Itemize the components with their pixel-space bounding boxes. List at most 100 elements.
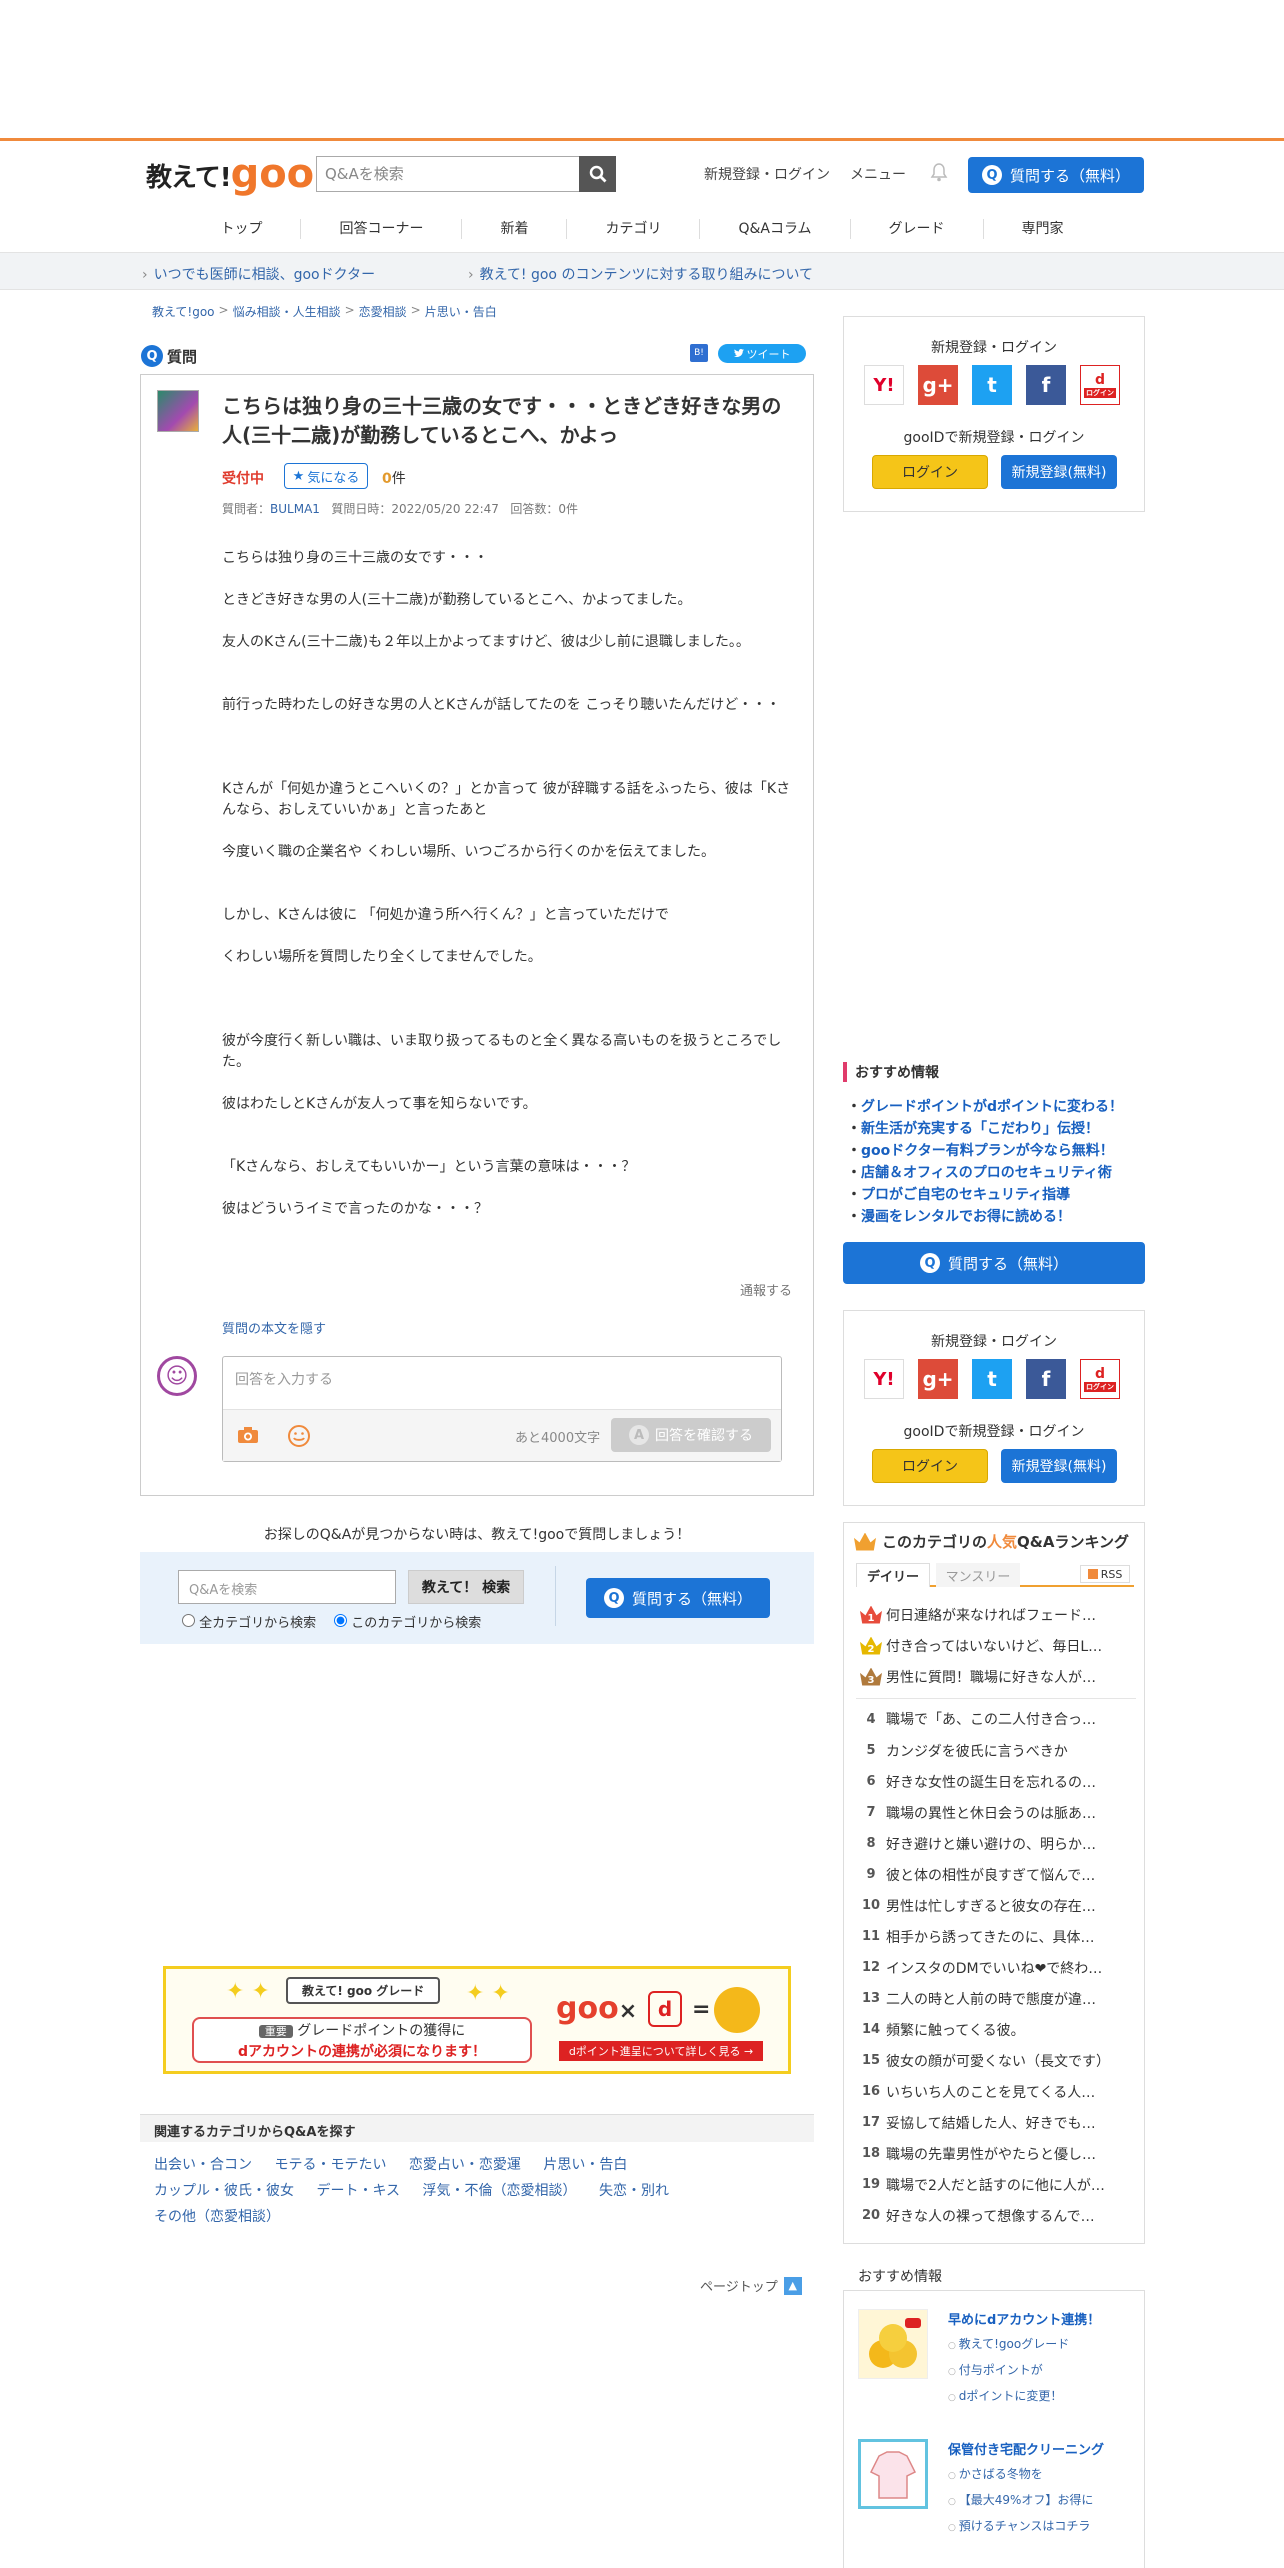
register-button[interactable]: 新規登録(無料) — [1001, 455, 1117, 489]
ask-question-button-side[interactable]: Q 質問する（無料） — [843, 1242, 1145, 1284]
docomo-login-icon[interactable]: d ログイン — [1080, 1359, 1120, 1399]
ranking-item[interactable]: 16 いちいち人のことを見てくる人… — [856, 2076, 1136, 2107]
ranking-title-link[interactable]: インスタのDMでいいね❤で終わ… — [886, 1958, 1102, 1978]
ranking-item[interactable]: 15 彼女の顔が可愛くない（長文です） — [856, 2045, 1136, 2076]
twitter-login-icon[interactable]: t — [972, 365, 1012, 405]
docomo-login-icon[interactable]: d ログイン — [1080, 365, 1120, 405]
ranking-item[interactable]: 13 二人の時と人前の時で態度が違… — [856, 1983, 1136, 2014]
ranking-title-link[interactable]: カンジダを彼氏に言うべきか — [886, 1741, 1068, 1761]
ranking-title-link[interactable]: 彼女の顔が可愛くない（長文です） — [886, 2051, 1110, 2071]
bottom-search-button[interactable]: 教えて！ 検索 — [408, 1570, 524, 1604]
rss-button[interactable]: RSS — [1080, 1565, 1130, 1583]
coins-image[interactable] — [858, 2309, 928, 2379]
login-link[interactable]: 新規登録・ログイン — [704, 164, 830, 184]
confirm-answer-button[interactable]: A 回答を確認する — [611, 1418, 771, 1452]
ranking-item[interactable]: 4 職場で「あ、この二人付き合っ… — [856, 1698, 1136, 1735]
radio-all-categories[interactable]: 全カテゴリから検索 — [182, 1612, 316, 1631]
ranking-title-link[interactable]: 男性に質問！職場に好きな人が… — [886, 1667, 1096, 1687]
ranking-title-link[interactable]: 何日連絡が来なければフェード… — [886, 1605, 1096, 1625]
bookmark-button[interactable]: B! — [690, 344, 708, 362]
emoji-icon[interactable] — [287, 1424, 311, 1452]
breadcrumb-item[interactable]: 教えて!goo — [152, 303, 215, 320]
follow-button[interactable]: ★ 気になる — [284, 463, 368, 489]
answer-input[interactable]: 回答を入力する — [235, 1369, 333, 1389]
ranking-item[interactable]: 19 職場で2人だと話すのに他に人が… — [856, 2169, 1136, 2200]
ranking-title-link[interactable]: 付き合ってはいないけど、毎日L… — [886, 1636, 1102, 1656]
ranking-title-link[interactable]: 好き避けと嫌い避けの、明らか… — [886, 1834, 1096, 1854]
ranking-item[interactable]: 2 付き合ってはいないけど、毎日L… — [856, 1630, 1136, 1661]
ranking-title-link[interactable]: 相手から誘ってきたのに、具体… — [886, 1927, 1094, 1947]
ask-question-button[interactable]: Q 質問する（無料） — [968, 157, 1144, 193]
login-button[interactable]: ログイン — [872, 1449, 988, 1483]
related-link[interactable]: 恋愛占い・恋愛運 — [409, 2157, 521, 2173]
rec2-item[interactable]: dポイントに変更！ — [948, 2387, 1063, 2404]
rec2-item[interactable]: 教えて!gooグレード — [948, 2335, 1070, 2352]
ranking-title-link[interactable]: 妥協して結婚した人、好きでも… — [886, 2113, 1096, 2133]
ranking-item[interactable]: 10 男性は忙しすぎると彼女の存在… — [856, 1890, 1136, 1921]
ranking-item[interactable]: 1 何日連絡が来なければフェード… — [856, 1599, 1136, 1630]
related-link[interactable]: デート・キス — [316, 2183, 400, 2199]
ranking-title-link[interactable]: 好きな人の裸って想像するんで… — [886, 2206, 1095, 2226]
rec2-headline[interactable]: 保管付き宅配クリーニング — [948, 2439, 1104, 2458]
facebook-login-icon[interactable]: f — [1026, 365, 1066, 405]
search-button[interactable] — [579, 156, 616, 192]
related-link[interactable]: モテる・モテたい — [274, 2157, 386, 2173]
ranking-item[interactable]: 17 妥協して結婚した人、好きでも… — [856, 2107, 1136, 2138]
page-top-link[interactable]: ページトップ ▲ — [700, 2276, 802, 2295]
ranking-item[interactable]: 7 職場の異性と休日会うのは脈あ… — [856, 1797, 1136, 1828]
nav-category[interactable]: カテゴリ — [566, 219, 699, 239]
google-login-icon[interactable]: g+ — [918, 365, 958, 405]
ranking-title-link[interactable]: 職場で「あ、この二人付き合っ… — [886, 1709, 1096, 1729]
recommend-link[interactable]: グレードポイントがdポイントに変わる！ — [847, 1096, 1147, 1118]
breadcrumb-item[interactable]: 恋愛相談 — [359, 303, 407, 320]
nav-new[interactable]: 新着 — [461, 219, 566, 239]
rec2-item[interactable]: かさばる冬物を — [948, 2465, 1043, 2482]
search-input[interactable]: Q&Aを検索 — [316, 156, 616, 192]
ranking-item[interactable]: 6 好きな女性の誕生日を忘れるの… — [856, 1766, 1136, 1797]
rec2-headline[interactable]: 早めにdアカウント連携！ — [948, 2309, 1100, 2328]
questioner-avatar[interactable] — [157, 390, 199, 432]
ranking-title-link[interactable]: 頻繁に触ってくる彼。 — [886, 2020, 1025, 2040]
ranking-item[interactable]: 8 好き避けと嫌い避けの、明らか… — [856, 1828, 1136, 1859]
tweet-button[interactable]: ツイート — [718, 344, 806, 363]
content-policy-link[interactable]: 教えて! goo のコンテンツに対する取り組みについて — [468, 264, 813, 284]
google-login-icon[interactable]: g+ — [918, 1359, 958, 1399]
ranking-item[interactable]: 5 カンジダを彼氏に言うべきか — [856, 1735, 1136, 1766]
ranking-title-link[interactable]: 好きな女性の誕生日を忘れるの… — [886, 1772, 1096, 1792]
banner-detail-link[interactable]: dポイント進呈について詳しく見る → — [559, 2041, 763, 2061]
related-link[interactable]: その他（恋愛相談） — [154, 2209, 280, 2225]
yahoo-login-icon[interactable]: Y! — [864, 1359, 904, 1399]
related-link[interactable]: 浮気・不倫（恋愛相談） — [423, 2183, 577, 2199]
related-link[interactable]: カップル・彼氏・彼女 — [154, 2183, 294, 2199]
ranking-title-link[interactable]: 彼と体の相性が良すぎて悩んで… — [886, 1865, 1095, 1885]
recommend-link[interactable]: 漫画をレンタルでお得に読める！ — [847, 1206, 1147, 1228]
rec2-item[interactable]: 付与ポイントが — [948, 2361, 1043, 2378]
radio-this-category[interactable]: このカテゴリから検索 — [334, 1612, 481, 1631]
recommend-link[interactable]: gooドクター有料プランが今なら無料！ — [847, 1140, 1147, 1162]
ranking-item[interactable]: 9 彼と体の相性が良すぎて悩んで… — [856, 1859, 1136, 1890]
ranking-title-link[interactable]: 二人の時と人前の時で態度が違… — [886, 1989, 1096, 2009]
nav-expert[interactable]: 専門家 — [982, 219, 1102, 239]
ranking-title-link[interactable]: 職場の先輩男性がやたらと優し… — [886, 2144, 1096, 2164]
rec2-item[interactable]: 預けるチャンスはコチラ — [948, 2517, 1091, 2534]
ranking-title-link[interactable]: いちいち人のことを見てくる人… — [886, 2082, 1095, 2102]
ranking-item[interactable]: 3 男性に質問！職場に好きな人が… — [856, 1661, 1136, 1692]
ranking-item[interactable]: 20 好きな人の裸って想像するんで… — [856, 2200, 1136, 2231]
ranking-item[interactable]: 14 頻繁に触ってくる彼。 — [856, 2014, 1136, 2045]
related-link[interactable]: 出会い・合コン — [154, 2157, 252, 2173]
tab-monthly[interactable]: マンスリー — [936, 1563, 1020, 1587]
nav-grade[interactable]: グレード — [849, 219, 983, 239]
ranking-item[interactable]: 11 相手から誘ってきたのに、具体… — [856, 1921, 1136, 1952]
breadcrumb-item[interactable]: 悩み相談・人生相談 — [233, 303, 341, 320]
camera-icon[interactable] — [237, 1426, 259, 1448]
facebook-login-icon[interactable]: f — [1026, 1359, 1066, 1399]
recommend-link[interactable]: 新生活が充実する「こだわり」伝授！ — [847, 1118, 1147, 1140]
related-link[interactable]: 片思い・告白 — [543, 2157, 627, 2173]
tab-daily[interactable]: デイリー — [856, 1563, 930, 1587]
register-button[interactable]: 新規登録(無料) — [1001, 1449, 1117, 1483]
grade-banner[interactable]: ✦ ✦ ✦ ✦ 教えて! goo グレード 重要 グレードポイントの獲得に dア… — [163, 1966, 791, 2074]
hide-body-link[interactable]: 質問の本文を隠す — [222, 1318, 326, 1337]
ranking-item[interactable]: 12 インスタのDMでいいね❤で終わ… — [856, 1952, 1136, 1983]
login-button[interactable]: ログイン — [872, 455, 988, 489]
bottom-search-input[interactable]: Q&Aを検索 — [178, 1570, 396, 1604]
